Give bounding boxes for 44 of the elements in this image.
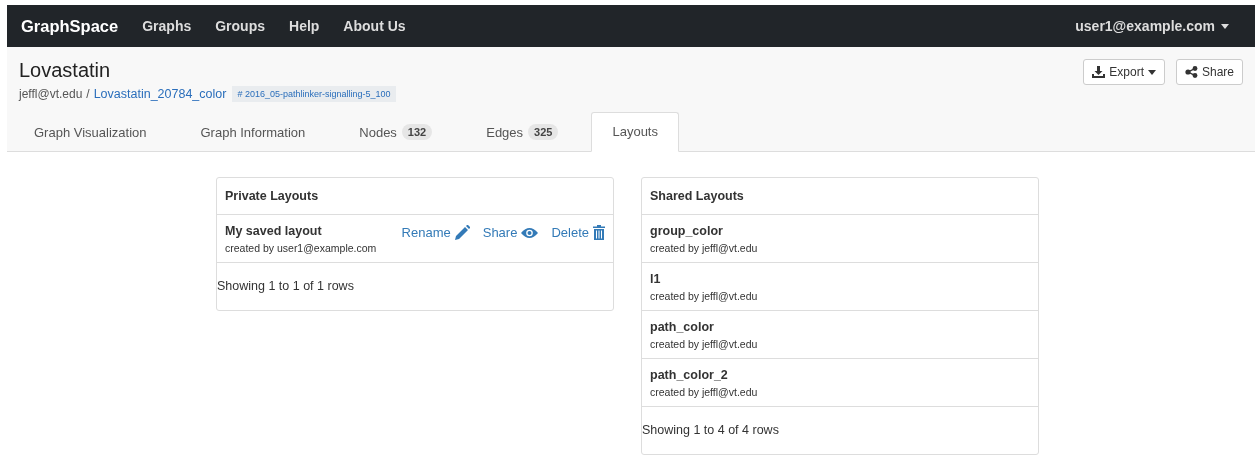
layout-name[interactable]: path_color bbox=[650, 320, 1030, 334]
user-menu[interactable]: user1@example.com bbox=[1075, 18, 1229, 34]
download-icon bbox=[1092, 66, 1106, 78]
share-link[interactable]: Share bbox=[482, 225, 539, 240]
owner-email: jeffl@vt.edu bbox=[19, 87, 83, 101]
layout-creator: created by jeffl@vt.edu bbox=[650, 290, 759, 302]
layout-creator: created by user1@example.com bbox=[225, 242, 378, 254]
caret-icon bbox=[1147, 69, 1156, 75]
graph-name-link[interactable]: Lovastatin_20784_color bbox=[93, 87, 227, 101]
layout-creator: created by jeffl@vt.edu bbox=[650, 386, 759, 398]
layout-name[interactable]: My saved layout bbox=[225, 224, 402, 238]
delete-link[interactable]: Delete bbox=[551, 225, 605, 240]
share-icon bbox=[1184, 66, 1198, 78]
pagination-info: Showing 1 to 1 of 1 rows bbox=[217, 278, 355, 295]
share-button[interactable]: Share bbox=[1175, 59, 1243, 85]
layout-creator: created by jeffl@vt.edu bbox=[650, 242, 759, 254]
path-separator: / bbox=[86, 87, 90, 101]
pagination-info: Showing 1 to 4 of 4 rows bbox=[642, 422, 780, 439]
graph-tag[interactable]: # 2016_05-pathlinker-signalling-5_100 bbox=[232, 86, 396, 102]
panel-title: Private Layouts bbox=[217, 178, 613, 215]
eye-icon bbox=[521, 226, 539, 239]
tab[interactable]: Graph Visualization bbox=[13, 112, 168, 152]
count-badge: 132 bbox=[401, 124, 433, 140]
nav-link[interactable]: Graphs bbox=[142, 18, 192, 34]
nav-link[interactable]: About Us bbox=[343, 18, 406, 34]
count-badge: 325 bbox=[528, 124, 559, 140]
brand-logo[interactable]: GraphSpace bbox=[21, 16, 119, 36]
layout-name[interactable]: path_color_2 bbox=[650, 368, 1030, 382]
graph-title: Lovastatin bbox=[19, 59, 112, 82]
layout-name[interactable]: l1 bbox=[650, 272, 1030, 286]
nav-link[interactable]: Help bbox=[289, 18, 320, 34]
export-button[interactable]: Export bbox=[1083, 59, 1165, 85]
caret-icon bbox=[1221, 23, 1229, 29]
trash-icon bbox=[593, 225, 605, 240]
layout-creator: created by jeffl@vt.edu bbox=[650, 338, 759, 350]
tab[interactable]: Edges 325 bbox=[465, 112, 580, 152]
panel-title: Shared Layouts bbox=[642, 178, 1038, 215]
pencil-icon bbox=[454, 225, 470, 240]
rename-link[interactable]: Rename bbox=[401, 225, 470, 240]
tab[interactable]: Layouts bbox=[591, 112, 679, 152]
tab[interactable]: Nodes 132 bbox=[338, 112, 454, 152]
layout-name[interactable]: group_color bbox=[650, 224, 1030, 238]
tab[interactable]: Graph Information bbox=[179, 112, 327, 152]
nav-link[interactable]: Groups bbox=[215, 18, 265, 34]
